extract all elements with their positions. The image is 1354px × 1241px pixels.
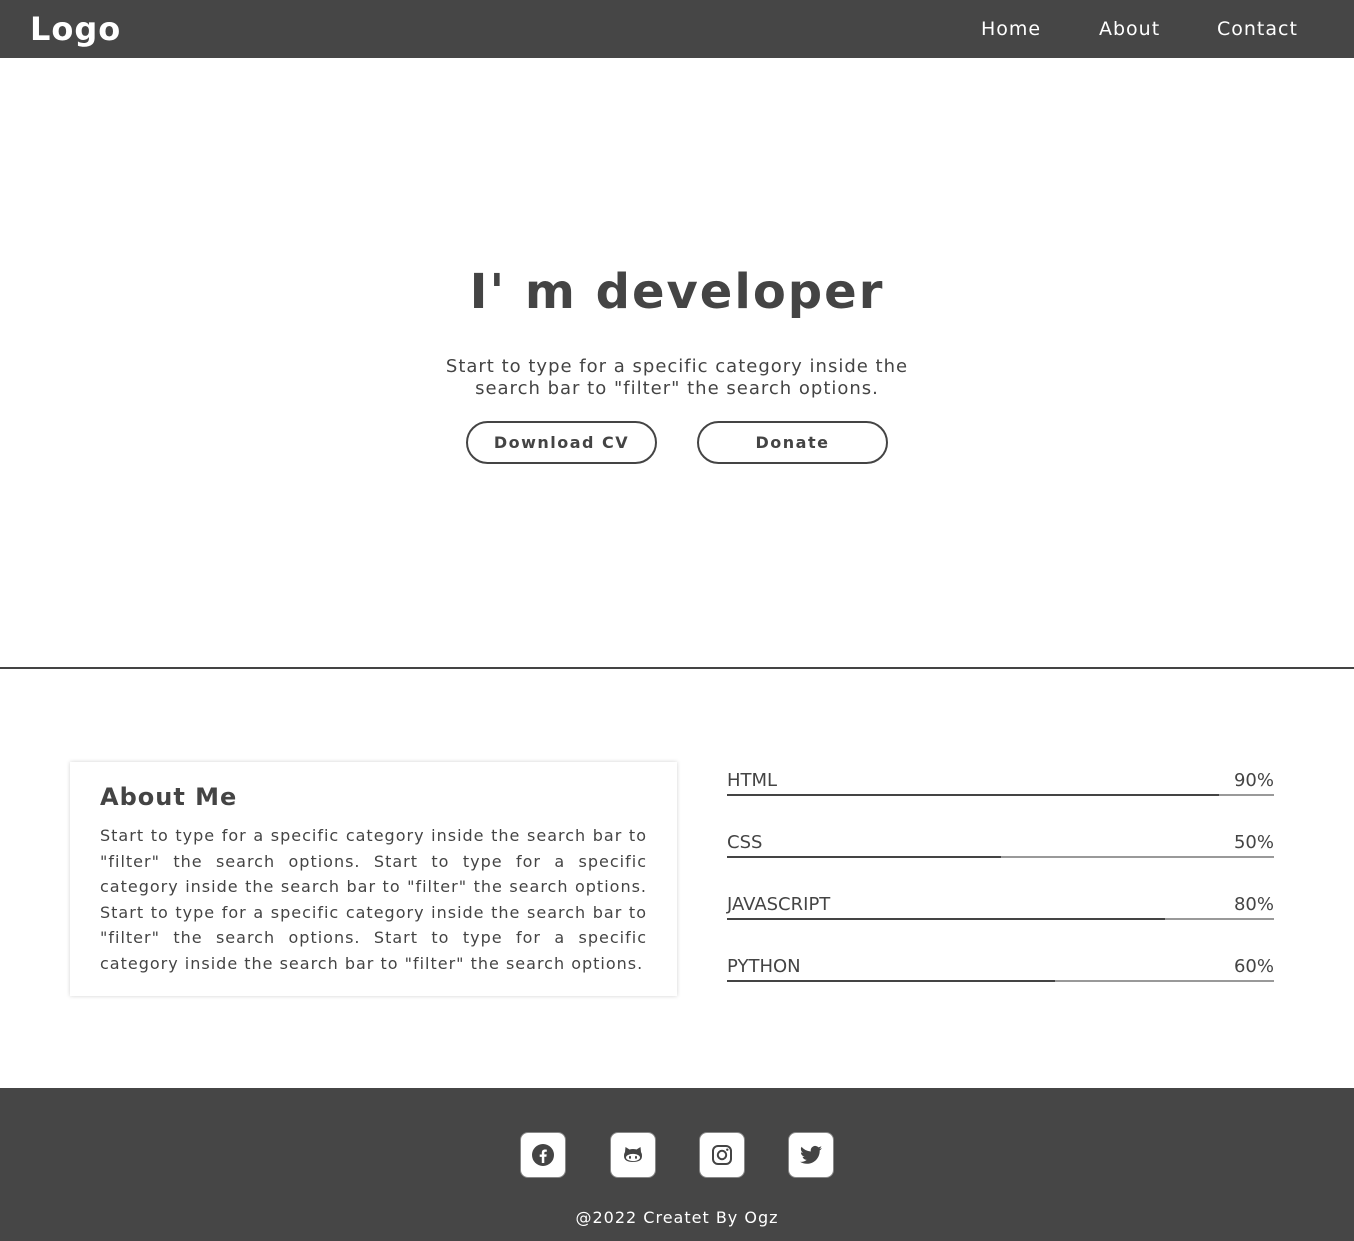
copyright-text: @2022 Createt By Ogz bbox=[575, 1208, 779, 1227]
nav-link-home[interactable]: Home bbox=[981, 17, 1041, 41]
skill-bar-track bbox=[727, 856, 1274, 858]
skill-percent: 50% bbox=[1233, 832, 1274, 853]
skill-percent: 60% bbox=[1233, 956, 1274, 977]
navbar: Logo Home About Contact bbox=[0, 0, 1354, 58]
skill-bar-track bbox=[727, 918, 1274, 920]
about-card: About Me Start to type for a specific ca… bbox=[70, 762, 677, 996]
skill-bar-track bbox=[727, 980, 1274, 982]
about-text: Start to type for a specific category in… bbox=[100, 826, 647, 973]
hero-title: I' m developer bbox=[469, 264, 885, 320]
facebook-icon[interactable] bbox=[520, 1132, 566, 1178]
about-title: About Me bbox=[100, 783, 238, 811]
github-icon[interactable] bbox=[610, 1132, 656, 1178]
skill-bar-fill bbox=[727, 980, 1056, 982]
logo[interactable]: Logo bbox=[30, 9, 121, 49]
nav-link-about[interactable]: About bbox=[1099, 17, 1160, 41]
skill-html: HTML 90% bbox=[727, 770, 1274, 800]
skill-bar-fill bbox=[727, 794, 1220, 796]
twitter-icon[interactable] bbox=[788, 1132, 834, 1178]
skill-name: HTML bbox=[727, 770, 778, 791]
donate-button[interactable]: Donate bbox=[697, 421, 888, 464]
skill-name: PYTHON bbox=[727, 956, 801, 977]
skill-css: CSS 50% bbox=[727, 832, 1274, 862]
skill-name: CSS bbox=[727, 832, 763, 853]
skill-percent: 80% bbox=[1233, 894, 1274, 915]
skill-python: PYTHON 60% bbox=[727, 956, 1274, 986]
skill-bar-fill bbox=[727, 918, 1165, 920]
skill-percent: 90% bbox=[1233, 770, 1274, 791]
skill-javascript: JAVASCRIPT 80% bbox=[727, 894, 1274, 924]
section-divider bbox=[0, 667, 1354, 669]
hero-subtitle: Start to type for a specific category in… bbox=[445, 356, 909, 399]
skill-bar-track bbox=[727, 794, 1274, 796]
skill-bar-fill bbox=[727, 856, 1001, 858]
download-cv-button[interactable]: Download CV bbox=[466, 421, 657, 464]
nav-link-contact[interactable]: Contact bbox=[1217, 17, 1298, 41]
skill-name: JAVASCRIPT bbox=[727, 894, 831, 915]
footer: @2022 Createt By Ogz bbox=[0, 1088, 1354, 1241]
instagram-icon[interactable] bbox=[699, 1132, 745, 1178]
